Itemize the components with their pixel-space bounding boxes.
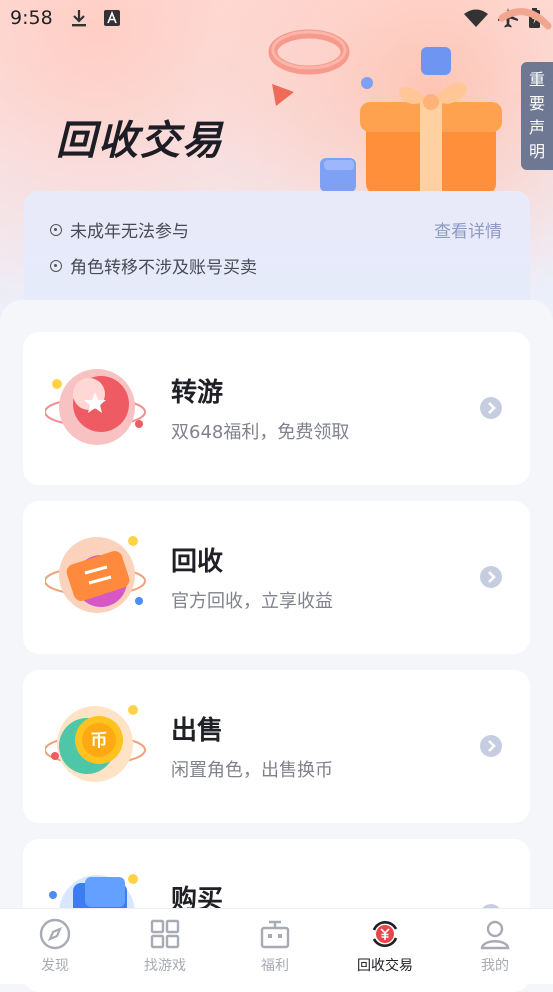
- exchange-ticket-icon: [45, 536, 146, 613]
- notice-panel: 未成年无法参与 角色转移不涉及账号买卖 查看详情: [24, 191, 530, 311]
- chevron-right-icon[interactable]: [480, 735, 502, 757]
- card-title: 出售: [171, 716, 224, 746]
- important-notice-tab[interactable]: 重要声明: [521, 62, 553, 170]
- coin-icon: 币: [45, 705, 146, 782]
- radio-dot-icon: [50, 223, 62, 236]
- status-time: 9:58: [10, 7, 53, 29]
- tab-welfare[interactable]: 福利: [220, 909, 330, 984]
- gift-box-icon: [260, 920, 290, 949]
- tab-label: 发现: [41, 958, 69, 974]
- card-title: 回收: [171, 547, 224, 577]
- swirl-decoration-icon: [498, 8, 552, 30]
- tab-discover[interactable]: 发现: [0, 909, 110, 984]
- tab-mine[interactable]: 我的: [440, 909, 550, 984]
- gift-decoration-icon: [360, 82, 502, 194]
- card-transfer-game[interactable]: 转游 双648福利，免费领取: [23, 332, 530, 485]
- card-description: 官方回收，立享收益: [171, 591, 333, 612]
- notice-item: 未成年无法参与: [50, 217, 189, 242]
- grid-icon: [150, 919, 180, 949]
- radio-dot-icon: [50, 259, 62, 272]
- tab-find-games[interactable]: 找游戏: [110, 909, 220, 984]
- download-icon: [72, 10, 86, 27]
- compass-icon: [39, 918, 71, 950]
- bottom-tab-bar: 发现 找游戏 福利 回收交易 我的: [0, 908, 553, 984]
- tab-label: 福利: [261, 958, 289, 974]
- cube-decoration-icon: [320, 158, 356, 192]
- page-title: 回收交易: [56, 118, 224, 164]
- yuan-exchange-icon: [372, 920, 398, 948]
- user-icon: [480, 920, 510, 950]
- important-notice-label: 重要声明: [529, 70, 546, 161]
- card-title: 转游: [171, 378, 224, 408]
- tab-label: 找游戏: [144, 958, 186, 974]
- svg-text:币: 币: [91, 731, 108, 751]
- tab-label: 回收交易: [357, 958, 413, 974]
- card-description: 双648福利，免费领取: [171, 422, 350, 443]
- view-details-link[interactable]: 查看详情: [434, 217, 502, 242]
- ring-decoration-icon: [268, 29, 350, 75]
- star-badge-icon: [45, 369, 146, 445]
- card-description: 闲置角色，出售换币: [171, 760, 333, 781]
- cone-decoration-icon: [272, 84, 294, 106]
- chevron-right-icon[interactable]: [480, 566, 502, 588]
- notice-text: 未成年无法参与: [70, 222, 189, 242]
- main-panel: 转游 双648福利，免费领取 回收 官方回收，立享收益 币 出售 闲置角色，出售…: [0, 300, 553, 992]
- notice-text: 角色转移不涉及账号买卖: [70, 258, 257, 278]
- chevron-right-icon[interactable]: [480, 397, 502, 419]
- wifi-icon: [464, 9, 488, 27]
- card-sell[interactable]: 币 出售 闲置角色，出售换币: [23, 670, 530, 823]
- card-recycle[interactable]: 回收 官方回收，立享收益: [23, 501, 530, 654]
- notice-item: 角色转移不涉及账号买卖: [50, 253, 257, 278]
- tab-recycle-trade[interactable]: 回收交易: [330, 909, 440, 984]
- notification-a-icon: [104, 10, 120, 26]
- tab-label: 我的: [481, 958, 509, 974]
